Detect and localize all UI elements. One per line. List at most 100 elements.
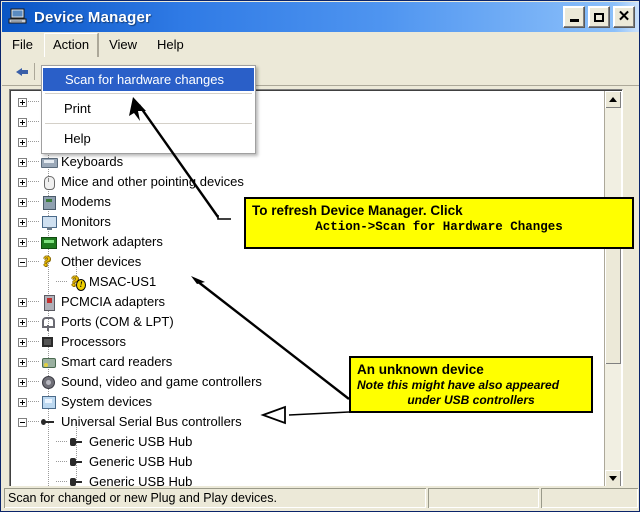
tree-row[interactable]: System devices	[18, 392, 152, 412]
smartcard-icon	[40, 354, 57, 370]
back-arrow-icon[interactable]	[8, 61, 30, 82]
toolbar-separator	[34, 63, 35, 80]
monitor-icon	[40, 214, 57, 230]
expand-icon[interactable]	[18, 137, 27, 147]
tree-row[interactable]: ? Other devices	[18, 252, 141, 272]
tree-row[interactable]: ?MSAC-US1	[46, 272, 156, 292]
tree-row-label: Ports (COM & LPT)	[61, 314, 174, 329]
tree-row[interactable]	[18, 132, 40, 152]
sound-icon	[40, 374, 57, 390]
tree-connector	[56, 281, 67, 283]
tree-row[interactable]: Generic USB Hub	[46, 472, 192, 486]
tree-connector	[28, 301, 39, 303]
scroll-up-button[interactable]	[605, 91, 621, 108]
tree-connector	[56, 481, 67, 483]
status-bar: Scan for changed or new Plug and Play de…	[2, 486, 639, 510]
tree-connector	[56, 461, 67, 463]
maximize-button[interactable]	[588, 6, 610, 28]
tree-row[interactable]: Keyboards	[18, 152, 123, 172]
tree-row[interactable]: Universal Serial Bus controllers	[18, 412, 242, 432]
tree-row[interactable]	[18, 92, 40, 112]
tree-row-label: PCMCIA adapters	[61, 294, 166, 309]
menu-separator-2	[45, 123, 252, 124]
expand-icon[interactable]	[18, 97, 27, 107]
usb-icon-glyph	[41, 416, 56, 428]
tree-row-label: Generic USB Hub	[89, 474, 193, 486]
tree-connector	[28, 321, 39, 323]
tree-row[interactable]	[18, 112, 40, 132]
expand-icon[interactable]	[18, 357, 27, 367]
collapse-icon[interactable]	[18, 257, 27, 267]
unknown-device-icon: ?	[40, 254, 57, 270]
tree-row[interactable]: Smart card readers	[18, 352, 172, 372]
menu-view[interactable]: View	[100, 34, 146, 56]
tree-connector	[56, 441, 67, 443]
callout-unknown-line3: under USB controllers	[407, 393, 535, 407]
modem-icon-glyph	[43, 196, 56, 210]
mouse-icon-glyph	[44, 176, 55, 190]
menu-item-help[interactable]: Help	[42, 126, 255, 151]
action-menu-dropdown[interactable]: Scan for hardware changes Print Help	[41, 65, 256, 154]
window-controls: ✕	[563, 6, 639, 28]
tree-connector	[28, 221, 39, 223]
expand-icon[interactable]	[18, 337, 27, 347]
tree-row[interactable]: Network adapters	[18, 232, 163, 252]
network-adapter-icon	[40, 234, 57, 250]
processor-icon	[40, 334, 57, 350]
expand-icon[interactable]	[18, 117, 27, 127]
tree-connector	[28, 421, 39, 423]
vertical-scrollbar[interactable]	[604, 91, 621, 487]
port-icon-glyph	[42, 317, 55, 331]
tree-row[interactable]: Sound, video and game controllers	[18, 372, 262, 392]
processor-icon-glyph	[42, 337, 53, 347]
expand-icon[interactable]	[18, 157, 27, 167]
expand-icon[interactable]	[18, 377, 27, 387]
tree-connector	[28, 381, 39, 383]
tree-row-label: System devices	[61, 394, 153, 409]
unknown-device-warning-icon-glyph: ?	[71, 275, 86, 291]
usb-hub-icon-glyph	[69, 476, 84, 486]
menu-item-print[interactable]: Print	[42, 96, 255, 121]
tree-row-label: Modems	[61, 194, 111, 209]
expand-icon[interactable]	[18, 177, 27, 187]
device-manager-window: Device Manager ✕ File Action View Help K…	[0, 0, 640, 512]
expand-icon[interactable]	[18, 237, 27, 247]
tree-row[interactable]: Processors	[18, 332, 126, 352]
callout-refresh-line1: To refresh Device Manager. Click	[252, 203, 463, 218]
network-adapter-icon-glyph	[41, 237, 57, 249]
tree-connector	[28, 361, 39, 363]
tree-connector	[28, 201, 39, 203]
expand-icon[interactable]	[18, 317, 27, 327]
menu-file[interactable]: File	[3, 34, 42, 56]
collapse-icon[interactable]	[18, 417, 27, 427]
tree-row[interactable]: Ports (COM & LPT)	[18, 312, 174, 332]
unknown-device-icon-glyph: ?	[43, 254, 51, 270]
menu-help[interactable]: Help	[148, 34, 193, 56]
menu-bar: File Action View Help	[2, 32, 639, 59]
monitor-icon-glyph	[42, 216, 57, 230]
tree-row[interactable]: Monitors	[18, 212, 111, 232]
callout-refresh: To refresh Device Manager. Click Action-…	[244, 197, 634, 249]
expand-icon[interactable]	[18, 217, 27, 227]
tree-row[interactable]: Generic USB Hub	[46, 452, 192, 472]
menu-action[interactable]: Action	[43, 33, 99, 57]
expand-icon[interactable]	[18, 397, 27, 407]
scroll-down-arrow-icon	[609, 476, 617, 481]
tree-row[interactable]: PCMCIA adapters	[18, 292, 165, 312]
menu-item-scan-for-hardware-changes[interactable]: Scan for hardware changes	[43, 68, 254, 91]
tree-row[interactable]: Generic USB Hub	[46, 432, 192, 452]
smartcard-icon-glyph	[42, 358, 56, 368]
sound-icon-glyph	[42, 376, 55, 389]
tree-row[interactable]: Modems	[18, 192, 111, 212]
pcmcia-icon-glyph	[44, 295, 55, 311]
tree-row-label: Universal Serial Bus controllers	[61, 414, 242, 429]
tree-row[interactable]: Mice and other pointing devices	[18, 172, 244, 192]
tree-row-label: Other devices	[61, 254, 142, 269]
tree-connector	[28, 341, 39, 343]
minimize-button[interactable]	[563, 6, 585, 28]
close-button[interactable]: ✕	[613, 6, 635, 28]
tree-connector	[28, 101, 39, 103]
expand-icon[interactable]	[18, 197, 27, 207]
expand-icon[interactable]	[18, 297, 27, 307]
scroll-down-button[interactable]	[605, 470, 621, 487]
